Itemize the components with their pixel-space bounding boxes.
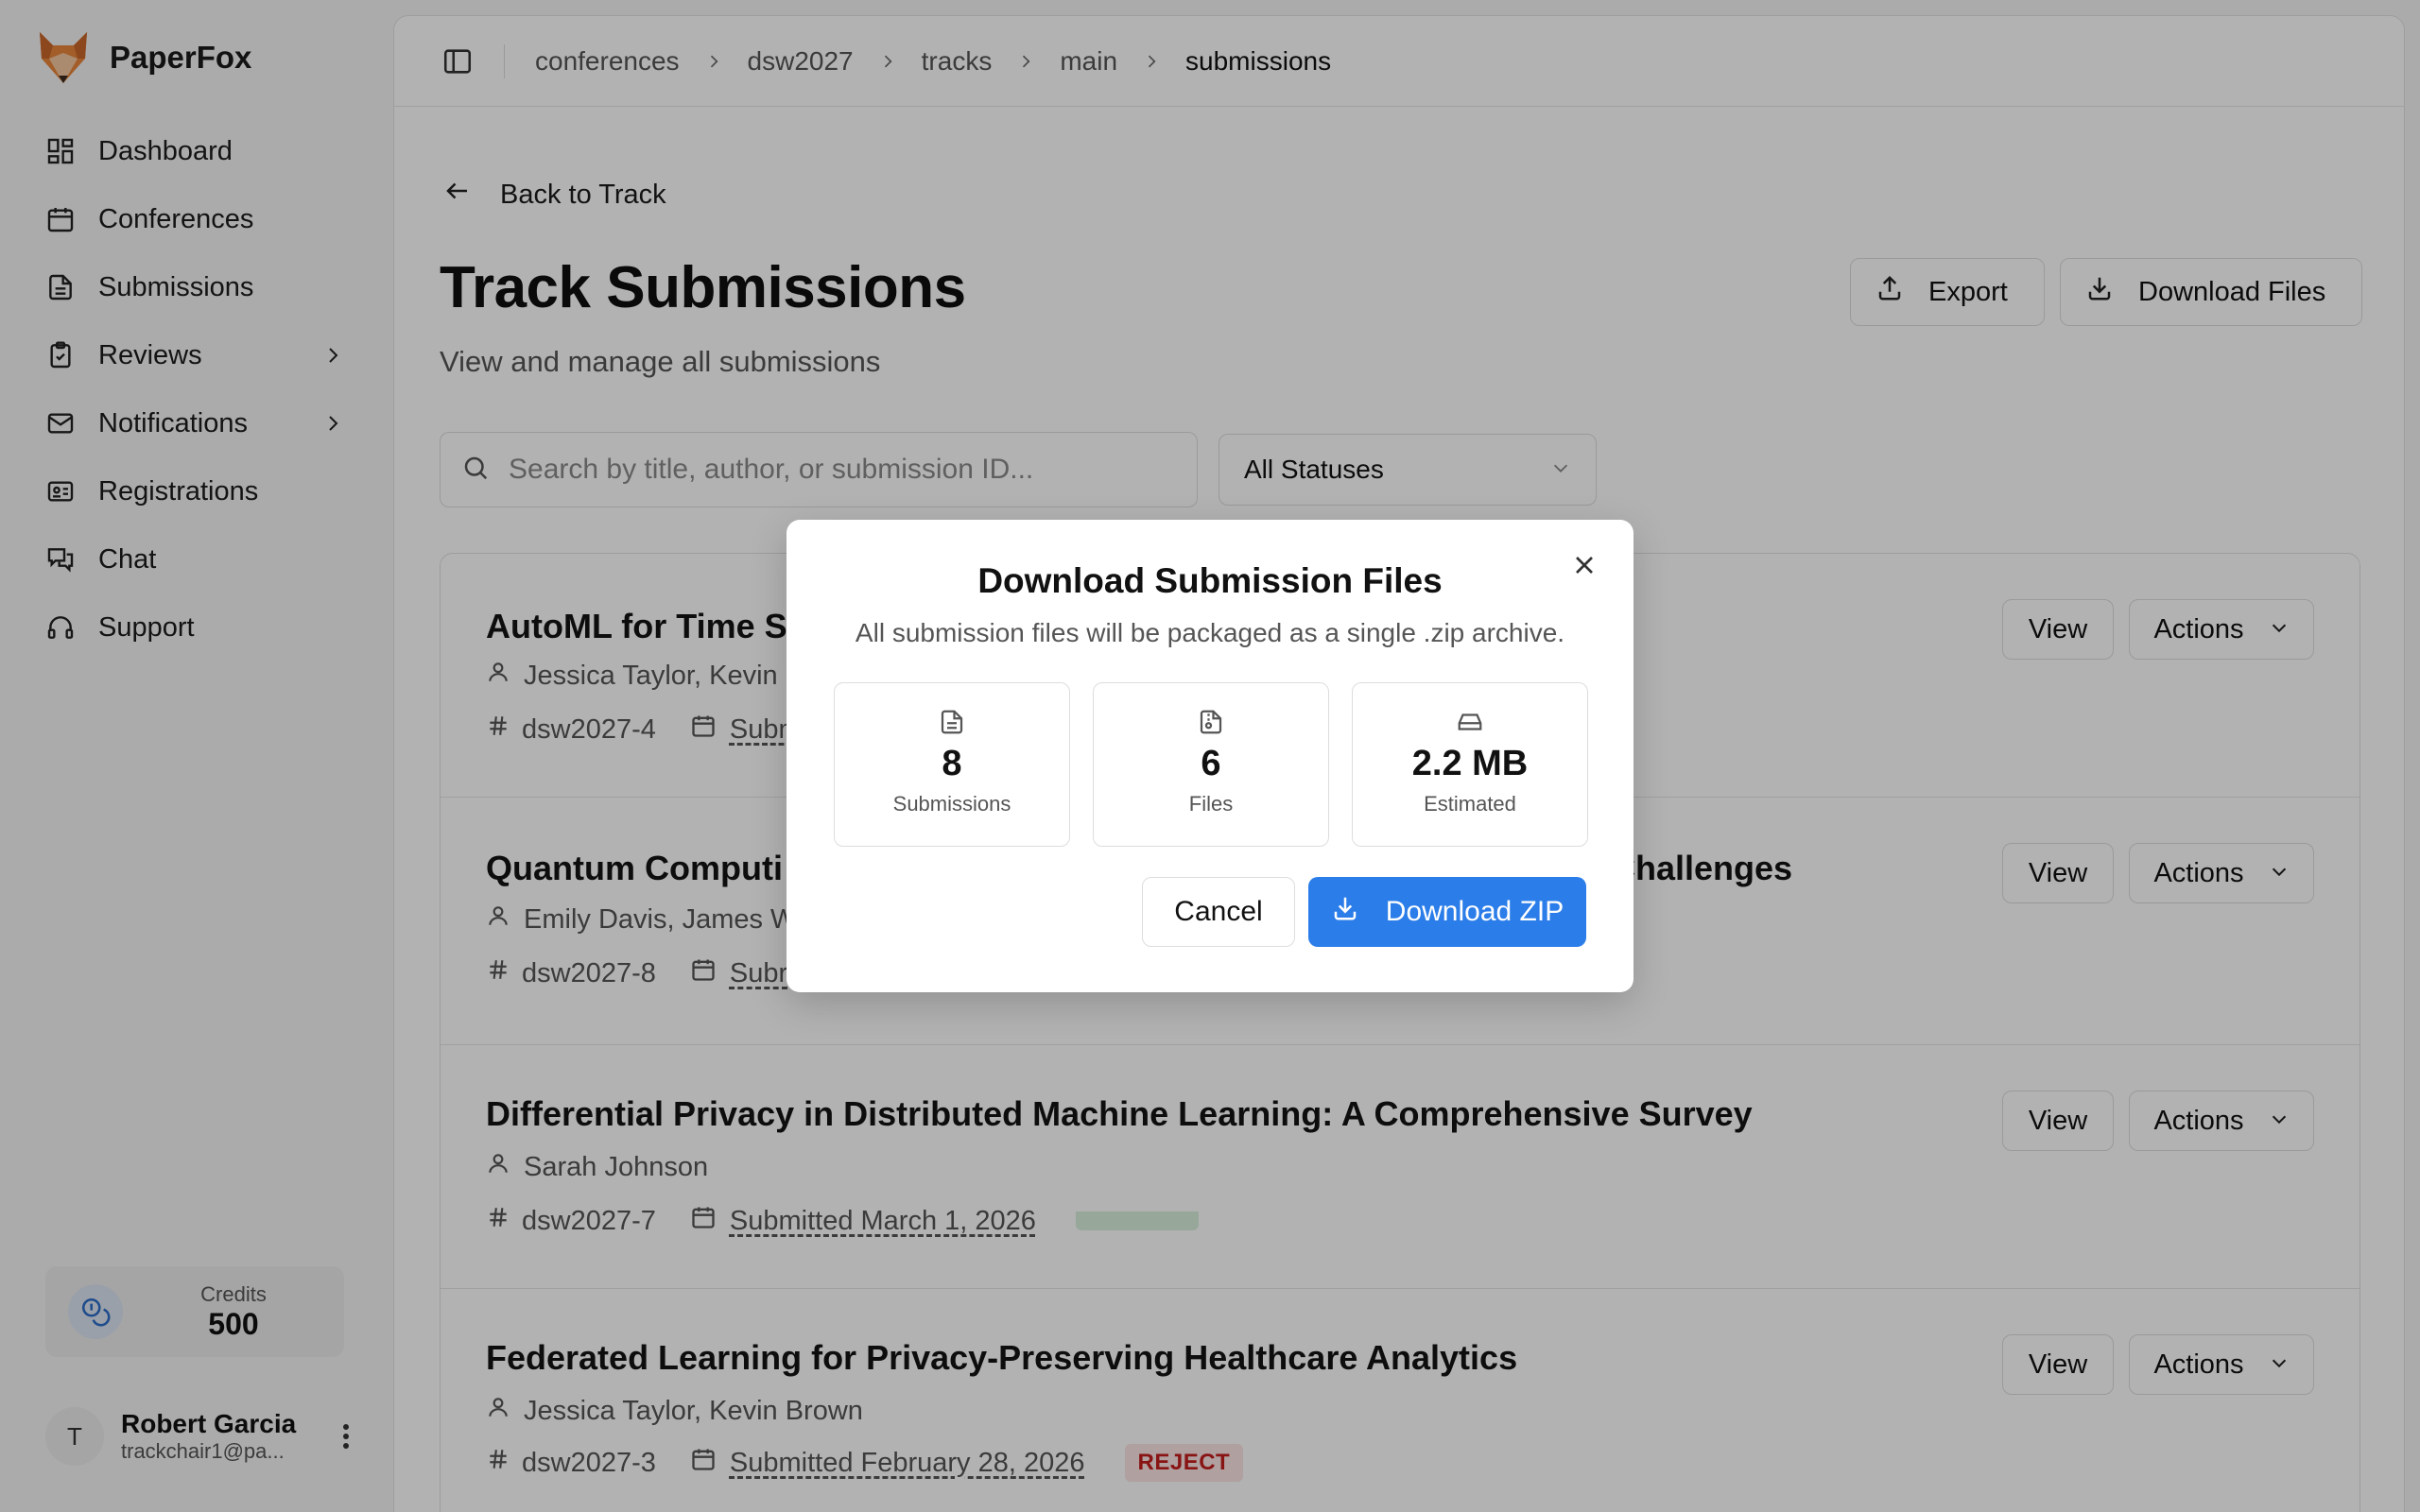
download-stats: 8 Submissions 6 Files 2.2 MB Estimated bbox=[834, 682, 1588, 847]
stat-value: 2.2 MB bbox=[1411, 744, 1529, 783]
download-zip-label: Download ZIP bbox=[1385, 896, 1564, 927]
file-text-icon bbox=[938, 708, 966, 736]
stat-label: Estimated bbox=[1424, 792, 1516, 816]
download-zip-button[interactable]: Download ZIP bbox=[1308, 877, 1586, 947]
stat-label: Submissions bbox=[892, 792, 1011, 816]
stat-value: 8 bbox=[942, 744, 962, 783]
dialog-description: All submission files will be packaged as… bbox=[855, 618, 1565, 647]
cancel-button[interactable]: Cancel bbox=[1142, 877, 1295, 947]
stat-submissions: 8 Submissions bbox=[834, 682, 1070, 847]
download-dialog: Download Submission Files All submission… bbox=[786, 520, 1634, 992]
dialog-title: Download Submission Files bbox=[977, 561, 1443, 600]
hard-drive-icon bbox=[1456, 708, 1484, 736]
file-archive-icon bbox=[1197, 708, 1225, 736]
stat-label: Files bbox=[1188, 792, 1234, 816]
stat-size: 2.2 MB Estimated bbox=[1352, 682, 1588, 847]
stat-files: 6 Files bbox=[1093, 682, 1329, 847]
stat-value: 6 bbox=[1201, 744, 1221, 783]
download-icon bbox=[1331, 894, 1359, 930]
